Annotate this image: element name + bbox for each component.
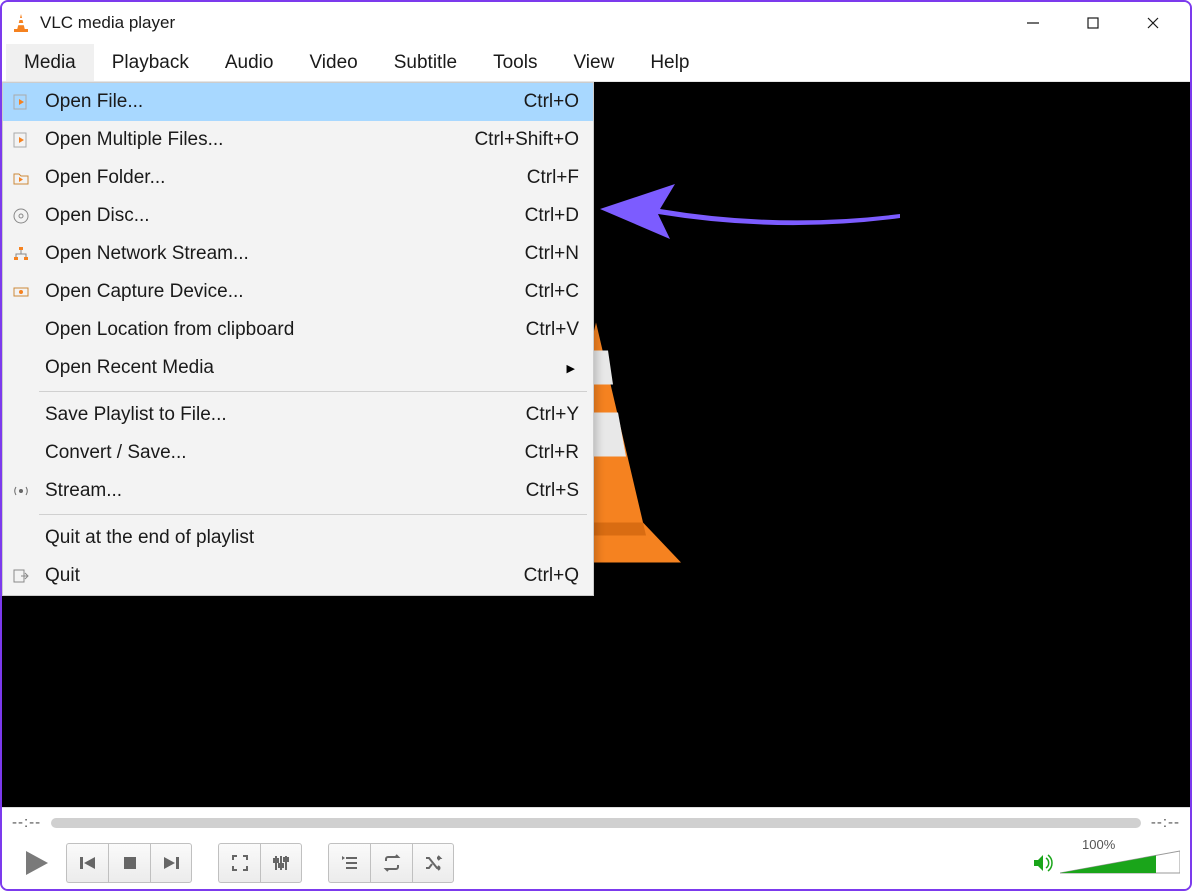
fullscreen-button[interactable] [218, 843, 260, 883]
menu-shortcut: Ctrl+F [527, 167, 579, 189]
menu-shortcut: Ctrl+Q [524, 565, 579, 587]
menu-stream[interactable]: Stream... Ctrl+S [3, 472, 593, 510]
menu-open-folder[interactable]: Open Folder... Ctrl+F [3, 159, 593, 197]
menu-open-multiple-files[interactable]: Open Multiple Files... Ctrl+Shift+O [3, 121, 593, 159]
menu-view[interactable]: View [555, 44, 632, 81]
maximize-button[interactable] [1064, 2, 1122, 44]
menu-subtitle[interactable]: Subtitle [376, 44, 475, 81]
menu-quit-end-playlist[interactable]: Quit at the end of playlist [3, 519, 593, 557]
menu-label: Open Folder... [39, 167, 527, 189]
window-controls [1004, 2, 1182, 44]
play-button[interactable] [12, 841, 60, 885]
speaker-icon[interactable] [1032, 852, 1054, 874]
seek-row: --:-- --:-- [2, 808, 1190, 838]
menu-open-disc[interactable]: Open Disc... Ctrl+D [3, 197, 593, 235]
playlist-group [328, 843, 454, 883]
media-dropdown: Open File... Ctrl+O Open Multiple Files.… [2, 82, 594, 596]
menu-label: Quit [39, 565, 524, 587]
menu-shortcut: Ctrl+Shift+O [474, 129, 579, 151]
menu-convert-save[interactable]: Convert / Save... Ctrl+R [3, 434, 593, 472]
player-controls: --:-- --:-- [2, 807, 1190, 889]
loop-button[interactable] [370, 843, 412, 883]
titlebar: VLC media player [2, 2, 1190, 44]
app-window: VLC media player Media Playback Audio Vi… [0, 0, 1192, 891]
vlc-cone-icon [10, 12, 32, 34]
menu-label: Open Disc... [39, 205, 525, 227]
capture-icon [3, 283, 39, 301]
menu-media[interactable]: Media [6, 44, 94, 81]
stop-button[interactable] [108, 843, 150, 883]
menu-label: Open File... [39, 91, 524, 113]
menu-shortcut: Ctrl+D [525, 205, 579, 227]
playlist-button[interactable] [328, 843, 370, 883]
window-title: VLC media player [40, 13, 1004, 33]
buttons-row: 100% [2, 838, 1190, 889]
menu-open-file[interactable]: Open File... Ctrl+O [3, 83, 593, 121]
menu-label: Save Playlist to File... [39, 404, 526, 426]
menubar: Media Playback Audio Video Subtitle Tool… [2, 44, 1190, 82]
menu-help[interactable]: Help [632, 44, 707, 81]
menu-save-playlist[interactable]: Save Playlist to File... Ctrl+Y [3, 396, 593, 434]
time-total: --:-- [1151, 814, 1180, 831]
menu-open-network-stream[interactable]: Open Network Stream... Ctrl+N [3, 235, 593, 273]
menu-playback[interactable]: Playback [94, 44, 207, 81]
next-button[interactable] [150, 843, 192, 883]
previous-button[interactable] [66, 843, 108, 883]
seek-slider[interactable] [51, 818, 1141, 828]
menu-shortcut: Ctrl+O [524, 91, 579, 113]
annotation-arrow [600, 174, 900, 249]
network-icon [3, 245, 39, 263]
quit-icon [3, 567, 39, 585]
video-area[interactable]: Open File... Ctrl+O Open Multiple Files.… [2, 82, 1190, 807]
menu-separator [39, 514, 587, 515]
menu-shortcut: Ctrl+C [525, 281, 579, 303]
menu-label: Open Capture Device... [39, 281, 525, 303]
close-button[interactable] [1124, 2, 1182, 44]
menu-video[interactable]: Video [291, 44, 375, 81]
menu-label: Open Recent Media [39, 357, 567, 379]
volume-slider[interactable] [1060, 849, 1180, 877]
folder-play-icon [3, 169, 39, 187]
view-group [218, 843, 302, 883]
menu-label: Convert / Save... [39, 442, 525, 464]
file-play-icon [3, 131, 39, 149]
time-elapsed: --:-- [12, 814, 41, 831]
menu-open-recent-media[interactable]: Open Recent Media ▶ [3, 349, 593, 387]
menu-label: Stream... [39, 480, 526, 502]
menu-tools[interactable]: Tools [475, 44, 555, 81]
shuffle-button[interactable] [412, 843, 454, 883]
playback-nav-group [66, 843, 192, 883]
menu-shortcut: Ctrl+Y [526, 404, 579, 426]
menu-open-location-clipboard[interactable]: Open Location from clipboard Ctrl+V [3, 311, 593, 349]
menu-open-capture-device[interactable]: Open Capture Device... Ctrl+C [3, 273, 593, 311]
menu-shortcut: Ctrl+S [526, 480, 579, 502]
menu-label: Open Location from clipboard [39, 319, 526, 341]
volume-control: 100% [1032, 849, 1180, 877]
menu-shortcut: Ctrl+N [525, 243, 579, 265]
minimize-button[interactable] [1004, 2, 1062, 44]
menu-separator [39, 391, 587, 392]
menu-audio[interactable]: Audio [207, 44, 292, 81]
disc-icon [3, 207, 39, 225]
menu-label: Quit at the end of playlist [39, 527, 579, 549]
stream-icon [3, 482, 39, 500]
menu-label: Open Network Stream... [39, 243, 525, 265]
menu-shortcut: Ctrl+R [525, 442, 579, 464]
file-play-icon [3, 93, 39, 111]
menu-quit[interactable]: Quit Ctrl+Q [3, 557, 593, 595]
submenu-arrow-icon: ▶ [567, 362, 579, 375]
menu-label: Open Multiple Files... [39, 129, 474, 151]
extended-settings-button[interactable] [260, 843, 302, 883]
menu-shortcut: Ctrl+V [526, 319, 579, 341]
